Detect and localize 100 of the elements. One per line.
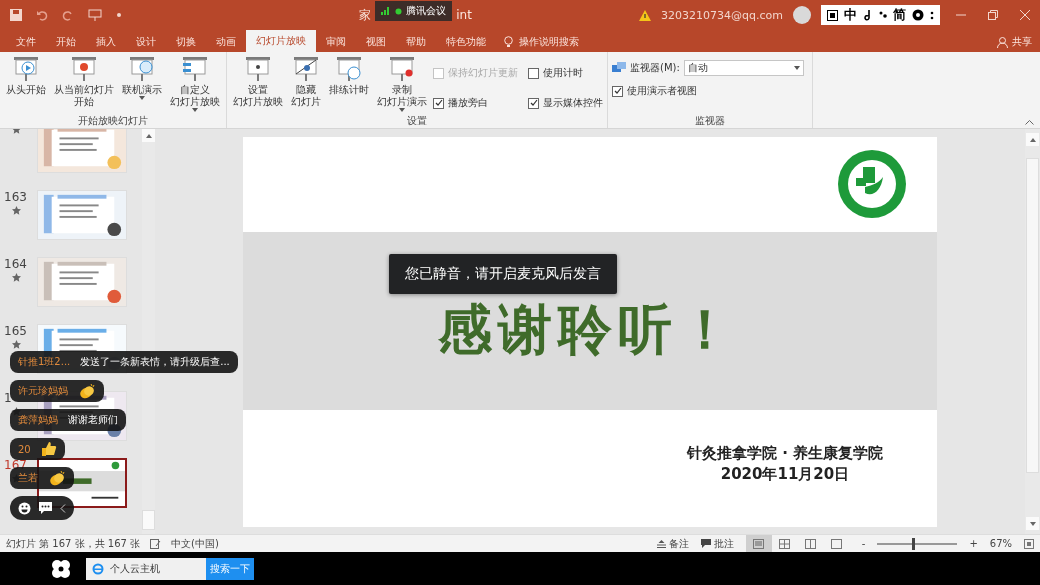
notes-button[interactable]: 备注 <box>656 536 689 551</box>
slide-number: 165 <box>4 324 27 338</box>
slideshow-icon <box>831 538 843 549</box>
slide-date: 2020年11月20日 <box>720 463 850 485</box>
sender-name: 兰若 <box>18 471 38 485</box>
star-icon <box>12 206 21 215</box>
collapse-ribbon-icon[interactable] <box>1025 119 1034 125</box>
window-title: int <box>456 8 472 22</box>
ribbon-button[interactable]: 排练计时 <box>327 54 371 114</box>
zoom-in-button[interactable]: + <box>969 538 978 549</box>
ime-toolbar[interactable]: 中 简 <box>821 5 940 25</box>
ribbon-tab[interactable]: 帮助 <box>396 32 436 52</box>
slide-number: 163 <box>4 190 27 204</box>
save-icon[interactable] <box>10 9 22 21</box>
status-dot-icon <box>395 7 403 15</box>
mute-toast: 您已静音，请开启麦克风后发言 <box>389 254 617 294</box>
ribbon-button[interactable]: 从当前幻灯片 开始 <box>52 54 116 114</box>
caret-up-icon <box>1029 137 1036 142</box>
account-email[interactable]: 3203210734@qq.com <box>661 8 783 22</box>
slide-subtitle: 针灸推拿学院 · 养生康复学院 <box>686 442 884 464</box>
sender-name: 龚萍妈妈 <box>18 413 58 427</box>
ribbon-tab[interactable]: 审阅 <box>316 32 356 52</box>
ribbon-tab[interactable]: 幻灯片放映 <box>246 30 316 52</box>
ribbon-tab[interactable]: 插入 <box>86 32 126 52</box>
checkbox[interactable]: 使用演示者视图 <box>612 84 804 98</box>
clapping-hands-icon <box>48 470 66 486</box>
reading-view-icon <box>805 538 817 549</box>
college-logo-icon <box>837 149 907 219</box>
slide-number: 167 <box>4 458 27 472</box>
star-icon <box>12 273 21 282</box>
redo-icon[interactable] <box>62 9 74 21</box>
checkbox: 保持幻灯片更新 <box>433 62 518 84</box>
chat-icon[interactable] <box>39 502 52 514</box>
sender-name: 许元珍妈妈 <box>18 384 68 398</box>
checkbox[interactable]: 显示媒体控件 <box>528 92 603 114</box>
restore-icon[interactable] <box>988 10 998 20</box>
checkmark-icon <box>434 99 443 107</box>
share-button[interactable]: 共享 <box>997 32 1032 52</box>
chat-message: 发送了一条新表情，请升级后查... <box>80 355 230 369</box>
monitors-icon <box>612 62 626 74</box>
group-label: 监视器 <box>694 114 726 128</box>
ribbon-tab[interactable]: 文件 <box>6 32 46 52</box>
caret-down-icon <box>1029 521 1036 526</box>
grid-icon <box>827 9 838 21</box>
ribbon-button[interactable]: 自定义 幻灯片放映 <box>168 54 222 114</box>
ribbon-tab[interactable]: 视图 <box>356 32 396 52</box>
smiley-icon[interactable] <box>18 501 31 515</box>
view-button[interactable] <box>745 535 772 552</box>
ribbon-tab[interactable]: 特色功能 <box>436 32 496 52</box>
ribbon-tab[interactable]: 动画 <box>206 32 246 52</box>
language-indicator[interactable]: 中文(中国) <box>171 536 219 551</box>
app-logo-icon[interactable] <box>50 557 72 580</box>
meeting-widget[interactable]: 腾讯会议 <box>375 1 453 21</box>
zoom-slider-thumb[interactable] <box>912 537 916 550</box>
close-icon[interactable] <box>1020 10 1030 20</box>
customize-menu-icon[interactable] <box>116 12 122 18</box>
tell-me-search[interactable]: 操作说明搜索 <box>504 32 579 52</box>
window-title: 家 <box>359 6 372 24</box>
zoom-out-button[interactable]: - <box>861 538 866 549</box>
monitor-label: 监视器(M): <box>630 61 680 75</box>
ribbon-button[interactable]: 隐藏 幻灯片 <box>289 54 323 114</box>
clapping-hands-icon <box>78 383 96 399</box>
chat-message: 谢谢老师们 <box>68 413 118 427</box>
star-icon <box>12 340 21 349</box>
scroll-up-button[interactable] <box>1026 133 1039 146</box>
ribbon-tab[interactable]: 设计 <box>126 32 166 52</box>
scroll-up-button[interactable] <box>142 129 155 142</box>
thumbs-up-icon <box>40 441 57 457</box>
person-icon <box>997 36 1008 48</box>
chevron-left-icon[interactable] <box>60 503 66 513</box>
scroll-down-button[interactable] <box>1026 517 1039 530</box>
slide-sorter-icon <box>779 538 791 549</box>
zoom-percent[interactable]: 67% <box>989 538 1012 549</box>
comments-button[interactable]: 批注 <box>700 536 734 551</box>
ribbon-tab[interactable]: 开始 <box>46 32 86 52</box>
undo-icon[interactable] <box>36 9 48 21</box>
browser-icon <box>92 562 104 575</box>
group-label: 开始放映幻灯片 <box>77 114 149 128</box>
ribbon-button[interactable]: 从头开始 <box>4 54 48 114</box>
projector-icon[interactable] <box>88 9 102 21</box>
lightbulb-icon <box>504 36 513 48</box>
scrollbar-thumb[interactable] <box>1026 158 1039 473</box>
monitor-select[interactable]: 自动 <box>683 60 804 76</box>
punctuation-icon <box>879 9 887 21</box>
caret-up-icon <box>145 133 152 138</box>
sender-name: 20 <box>18 443 31 455</box>
slide-title: 感谢聆听！ <box>438 297 738 363</box>
ribbon-button[interactable]: 设置 幻灯片放映 <box>231 54 285 114</box>
fit-to-window-icon[interactable] <box>1024 538 1034 549</box>
ribbon-tab[interactable]: 切换 <box>166 32 206 52</box>
ribbon-button[interactable]: 录制 幻灯片演示 <box>375 54 429 114</box>
search-field[interactable]: 个人云主机 <box>86 557 206 580</box>
checkbox[interactable]: 播放旁白 <box>433 92 518 114</box>
ribbon-button[interactable]: 联机演示 <box>120 54 164 114</box>
group-label: 设置 <box>406 114 428 128</box>
spelling-check-icon[interactable] <box>150 538 162 549</box>
checkbox[interactable]: 使用计时 <box>528 62 603 84</box>
scrollbar-thumb[interactable] <box>142 510 155 530</box>
avatar <box>793 6 811 24</box>
slide-number: 1 <box>4 391 12 405</box>
